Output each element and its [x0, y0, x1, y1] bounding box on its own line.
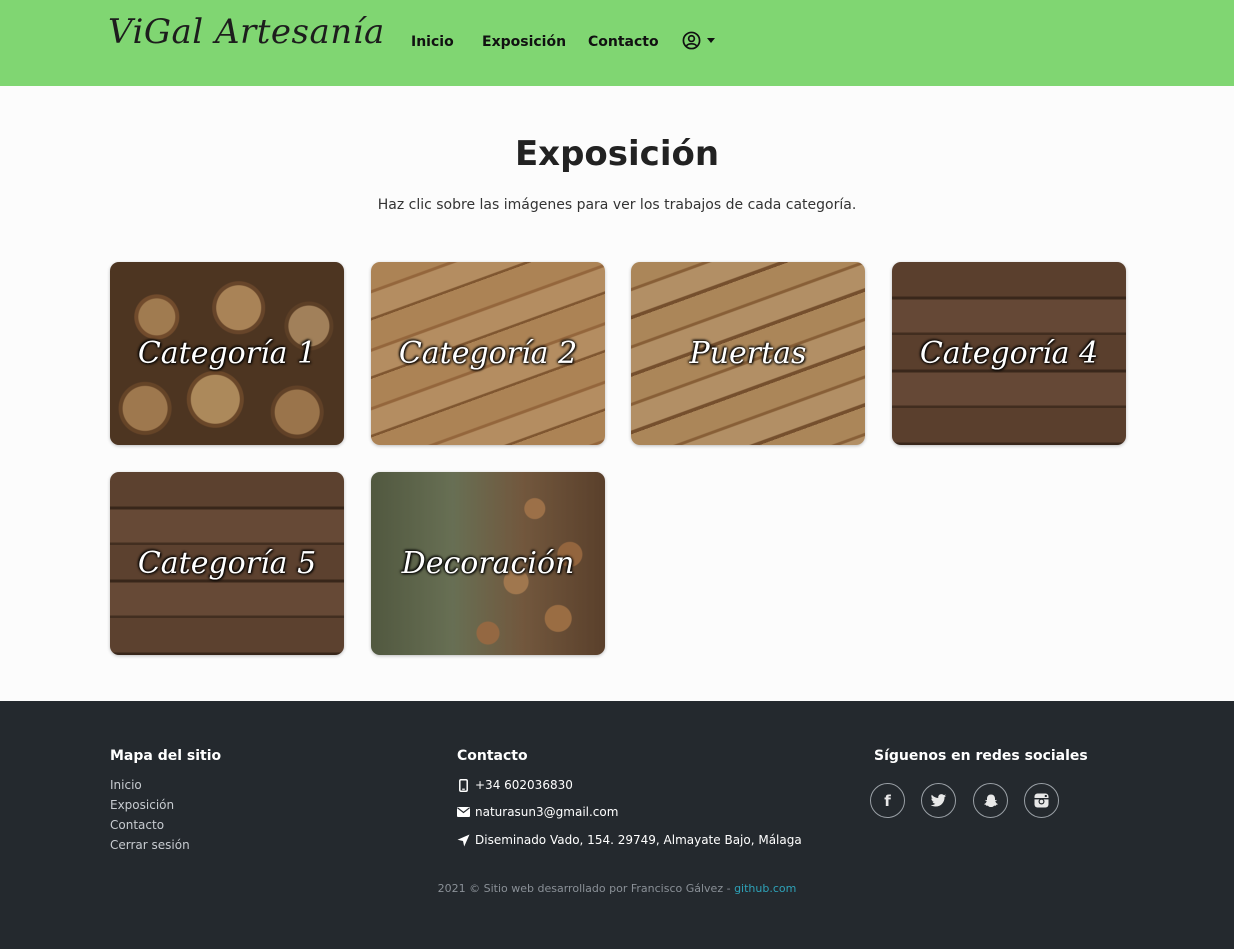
- contact-phone: +34 602036830: [457, 778, 573, 792]
- footer-link-inicio[interactable]: Inicio: [110, 778, 142, 792]
- category-card-1[interactable]: Categoría 1: [110, 262, 344, 445]
- category-card-label: Categoría 5: [137, 545, 317, 581]
- footer: Mapa del sitio Inicio Exposición Contact…: [0, 701, 1234, 949]
- contact-email-text[interactable]: naturasun3@gmail.com: [475, 805, 618, 819]
- user-circle-icon: [682, 31, 701, 50]
- category-card-label: Puertas: [689, 335, 807, 371]
- category-card-label: Categoría 1: [137, 335, 317, 371]
- sitemap-title: Mapa del sitio: [110, 748, 222, 764]
- facebook-icon[interactable]: f: [870, 783, 905, 818]
- footer-link-contacto[interactable]: Contacto: [110, 818, 164, 832]
- brand-logo[interactable]: ViGal Artesanía: [108, 12, 385, 52]
- category-card-label: Categoría 4: [919, 335, 1099, 371]
- category-card-decoracion[interactable]: Decoración: [371, 472, 605, 655]
- phone-icon: [457, 778, 470, 792]
- contact-address: Diseminado Vado, 154. 29749, Almayate Ba…: [457, 833, 802, 847]
- category-card-puertas[interactable]: Puertas: [631, 262, 865, 445]
- user-dropdown-toggle[interactable]: [682, 31, 715, 50]
- contact-title: Contacto: [457, 748, 528, 764]
- nav-link-exposicion[interactable]: Exposición: [482, 34, 566, 50]
- category-card-2[interactable]: Categoría 2: [371, 262, 605, 445]
- category-card-label: Decoración: [401, 545, 575, 581]
- category-card-5[interactable]: Categoría 5: [110, 472, 344, 655]
- page-subtitle: Haz clic sobre las imágenes para ver los…: [377, 197, 857, 213]
- chevron-down-icon: [707, 38, 715, 43]
- instagram-icon[interactable]: [1024, 783, 1059, 818]
- contact-phone-text: +34 602036830: [475, 778, 573, 792]
- location-arrow-icon: [457, 834, 470, 847]
- github-link[interactable]: github.com: [734, 882, 796, 895]
- category-card-4[interactable]: Categoría 4: [892, 262, 1126, 445]
- copyright-text: 2021 © Sitio web desarrollado por Franci…: [437, 882, 735, 895]
- nav-link-inicio[interactable]: Inicio: [411, 34, 454, 50]
- snapchat-icon[interactable]: [973, 783, 1008, 818]
- contact-address-text: Diseminado Vado, 154. 29749, Almayate Ba…: [475, 833, 802, 847]
- footer-link-exposicion[interactable]: Exposición: [110, 798, 174, 812]
- social-title: Síguenos en redes sociales: [874, 748, 1088, 764]
- contact-email: naturasun3@gmail.com: [457, 805, 618, 819]
- copyright: 2021 © Sitio web desarrollado por Franci…: [0, 882, 1234, 895]
- footer-link-cerrar-sesion[interactable]: Cerrar sesión: [110, 838, 190, 852]
- page-title: Exposición: [514, 134, 720, 174]
- category-card-label: Categoría 2: [398, 335, 578, 371]
- navbar: ViGal Artesanía Inicio Exposición Contac…: [0, 0, 1234, 86]
- envelope-icon: [457, 806, 470, 819]
- twitter-icon[interactable]: [921, 783, 956, 818]
- nav-link-contacto[interactable]: Contacto: [588, 34, 659, 50]
